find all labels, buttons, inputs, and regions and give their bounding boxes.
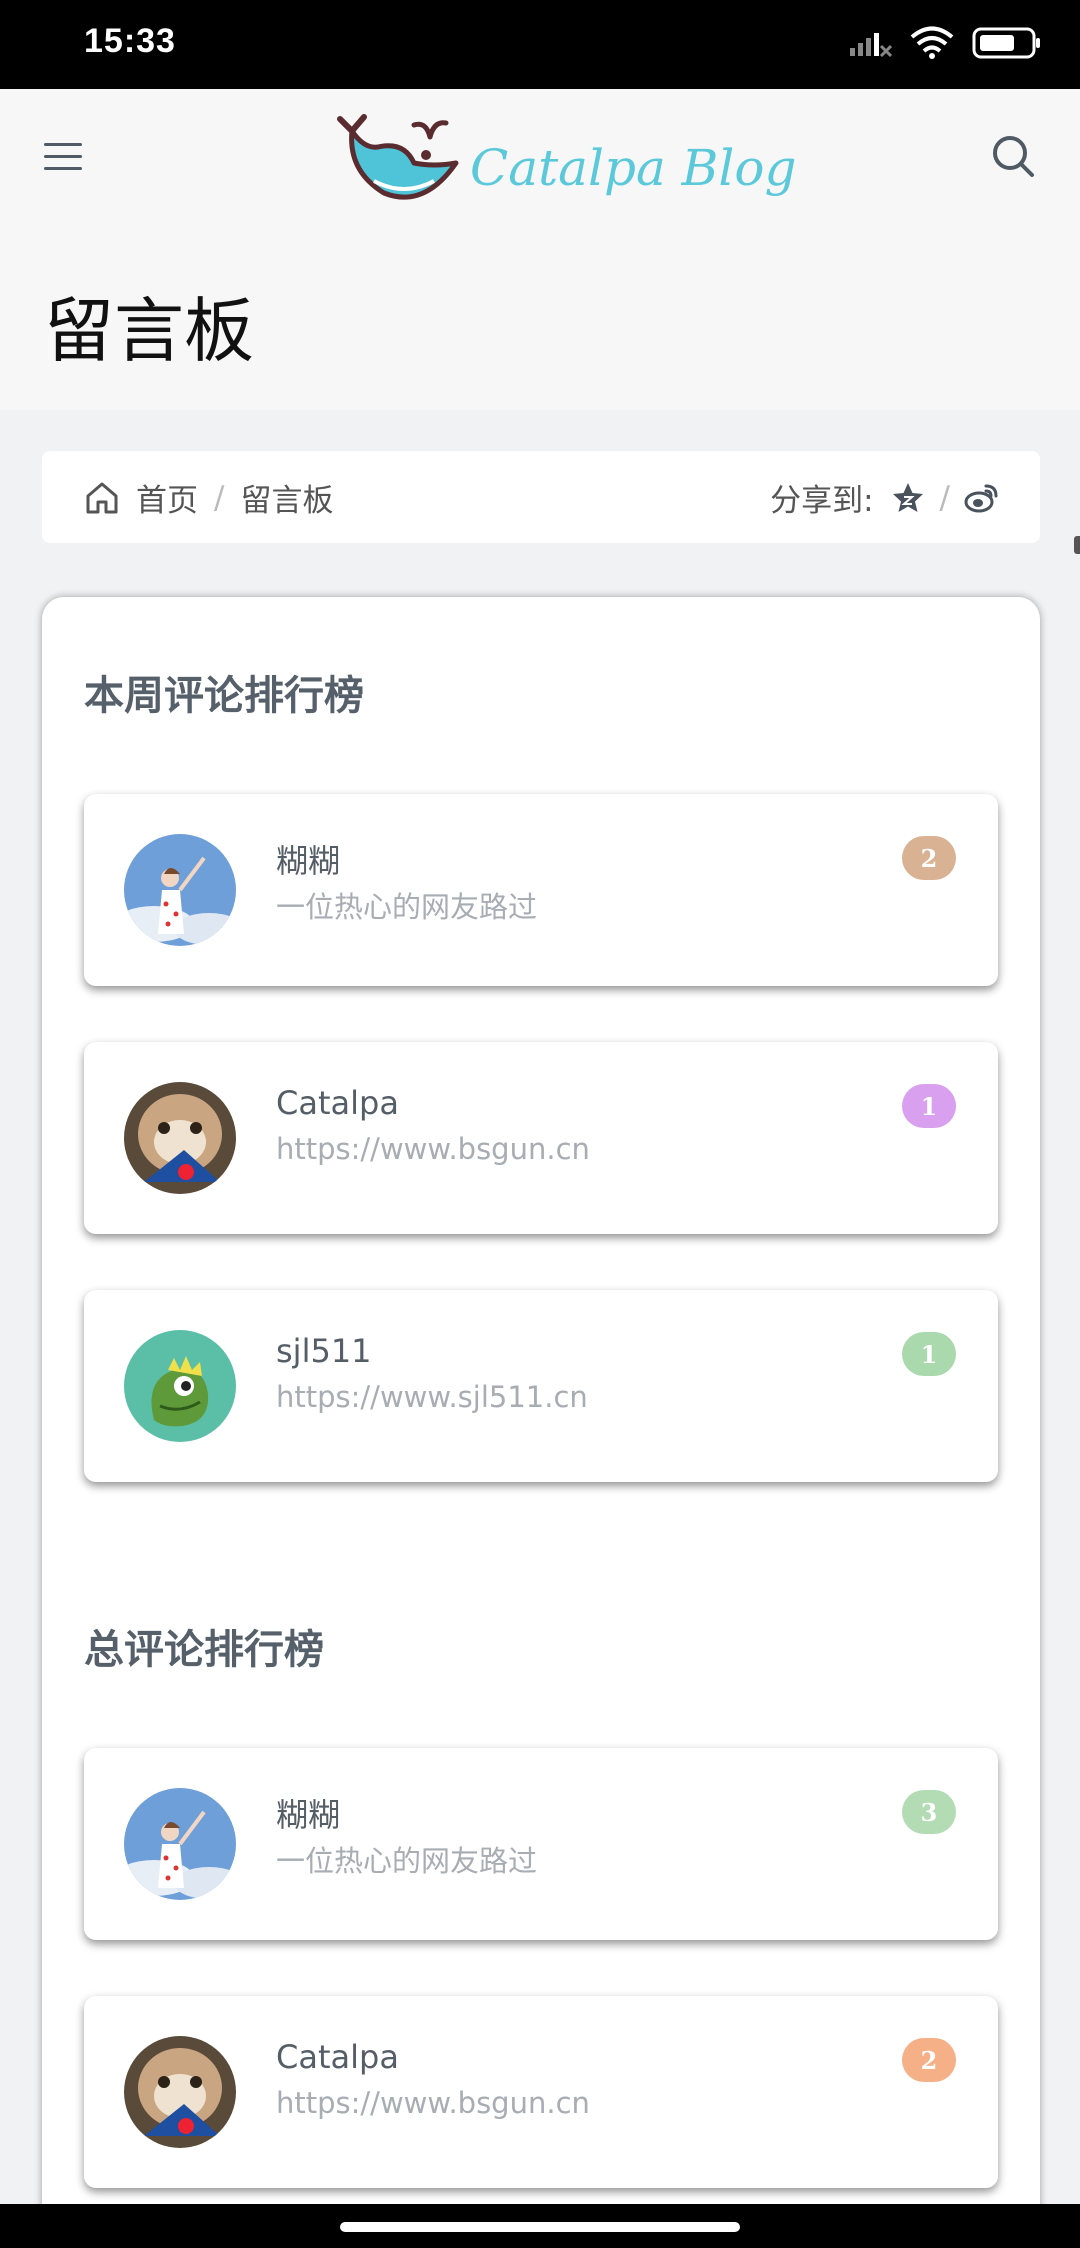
breadcrumb-current: 留言板 (240, 483, 334, 519)
weekly-rank-item[interactable]: 糊糊 一位热心的网友路过 2 (84, 794, 998, 986)
whale-logo-icon (337, 114, 459, 200)
signal-icon (850, 33, 892, 58)
breadcrumb-home[interactable]: 首页 (136, 475, 198, 520)
total-ranking-title: 总评论排行榜 (84, 1627, 324, 1673)
dino-avatar (124, 1330, 236, 1442)
rank-desc[interactable]: https://www.bsgun.cn (276, 2086, 590, 2120)
rank-count-badge: 3 (902, 1790, 956, 1834)
search-button[interactable] (988, 131, 1038, 181)
rank-count-badge: 2 (902, 2038, 956, 2082)
breadcrumb-trail: 首页 / 留言板 (84, 475, 333, 520)
menu-icon (44, 142, 82, 146)
rank-count-badge: 1 (902, 1084, 956, 1128)
app-header: Catalpa Blog (0, 89, 1080, 227)
girl-avatar (124, 834, 236, 946)
status-bar: 15:33 (0, 0, 1080, 89)
weekly-rank-item[interactable]: Catalpa https://www.bsgun.cn 1 (84, 1042, 998, 1234)
search-icon (993, 136, 1034, 177)
weekly-ranking-title: 本周评论排行榜 (84, 673, 364, 719)
rank-name: Catalpa (276, 2038, 399, 2076)
rank-name: 糊糊 (276, 1796, 341, 1834)
rank-desc: 一位热心的网友路过 (276, 890, 538, 924)
menu-button[interactable] (44, 131, 94, 181)
weibo-icon[interactable] (964, 480, 1000, 516)
breadcrumb: 首页 / 留言板 分享到: / (42, 451, 1040, 543)
rank-name: sjl511 (276, 1332, 372, 1370)
share-label: 分享到: (770, 483, 874, 519)
title-band: 留言板 (0, 227, 1080, 410)
girl-avatar (124, 1788, 236, 1900)
rank-name: Catalpa (276, 1084, 399, 1122)
cat-avatar (124, 2036, 236, 2148)
ranking-card: 本周评论排行榜 糊糊 一位热心的网友路过 2 Catalpa https://w… (42, 597, 1040, 2248)
share-bar: 分享到: / (770, 475, 1000, 520)
status-time: 15:33 (84, 22, 176, 60)
total-rank-item[interactable]: Catalpa https://www.bsgun.cn 2 (84, 1996, 998, 2188)
edge-handle[interactable] (1074, 536, 1080, 554)
cat-avatar (124, 1082, 236, 1194)
rank-desc[interactable]: https://www.bsgun.cn (276, 1132, 590, 1166)
star-icon[interactable] (890, 480, 926, 516)
rank-count-badge: 2 (902, 836, 956, 880)
breadcrumb-separator: / (214, 479, 225, 516)
home-indicator[interactable] (340, 2222, 740, 2232)
rank-name: 糊糊 (276, 842, 341, 880)
total-rank-item[interactable]: 糊糊 一位热心的网友路过 3 (84, 1748, 998, 1940)
home-icon[interactable] (84, 480, 120, 516)
weekly-rank-item[interactable]: sjl511 https://www.sjl511.cn 1 (84, 1290, 998, 1482)
battery-icon (972, 27, 1040, 59)
system-nav-bar (0, 2204, 1080, 2248)
rank-desc: 一位热心的网友路过 (276, 1844, 538, 1878)
logo-text: Catalpa Blog (470, 139, 797, 197)
status-icons (848, 26, 1042, 60)
page-title: 留言板 (44, 290, 254, 372)
site-logo[interactable]: Catalpa Blog (334, 111, 797, 211)
share-separator: / (939, 479, 950, 516)
rank-desc[interactable]: https://www.sjl511.cn (276, 1380, 588, 1414)
rank-count-badge: 1 (902, 1332, 956, 1376)
wifi-icon (910, 26, 954, 59)
